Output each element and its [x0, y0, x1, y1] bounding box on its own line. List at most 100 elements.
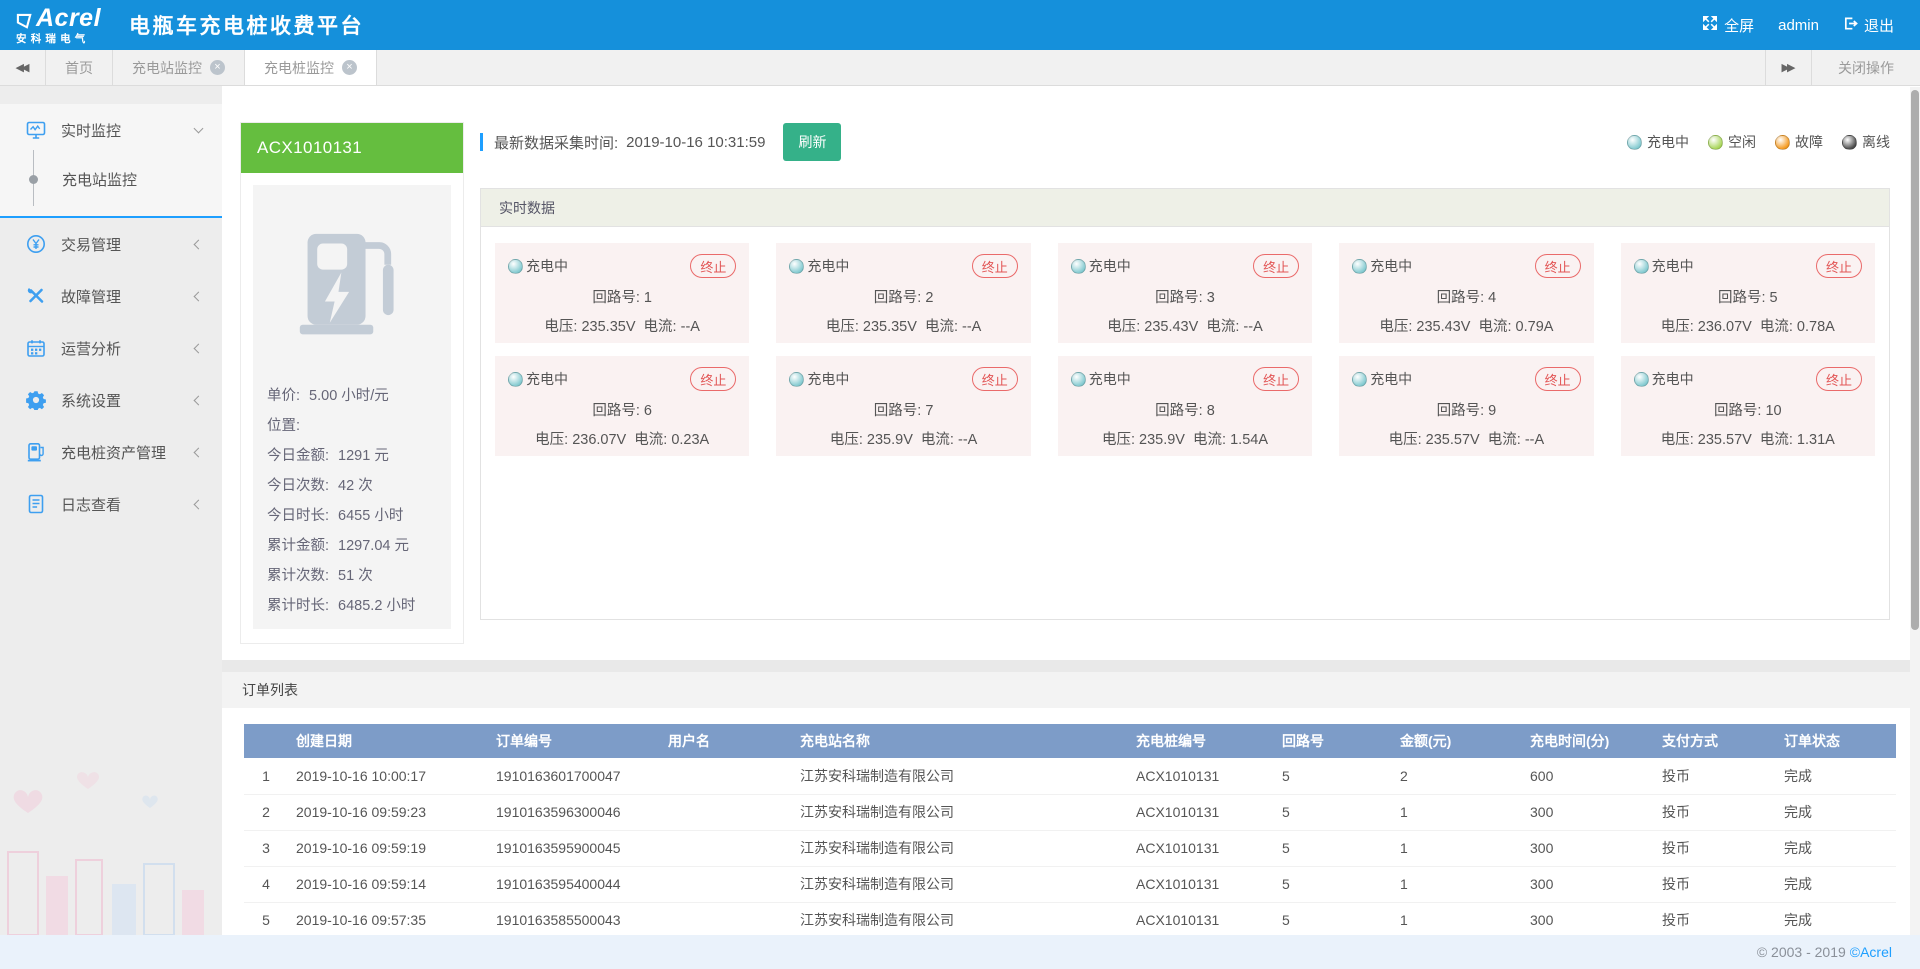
pile-info-panel: ACX1010131	[240, 122, 464, 644]
monitor-panel: 最新数据采集时间: 2019-10-16 10:31:59 刷新 充电中空闲故障…	[480, 122, 1890, 660]
tab-home[interactable]: 首页	[46, 50, 113, 85]
tab-close-icon[interactable]: ×	[342, 60, 357, 75]
table-cell: 5	[1274, 830, 1392, 866]
charging-circuit-card: 充电中 终止 回路号: 1 电压: 235.35V 电流: --A	[495, 243, 749, 343]
table-cell: 5	[1274, 902, 1392, 935]
table-cell: 2019-10-16 09:59:19	[288, 830, 488, 866]
status-charging-icon	[1634, 259, 1649, 274]
fault-icon	[26, 286, 46, 306]
card-status-label: 充电中	[526, 369, 568, 389]
logo-subtext: 安科瑞电气	[16, 34, 101, 45]
voltage-current: 电压: 235.35V 电流: --A	[789, 315, 1017, 336]
tab-station-monitor[interactable]: 充电站监控 ×	[113, 50, 245, 85]
tab-pile-monitor[interactable]: 充电桩监控×	[245, 50, 377, 85]
card-status-label: 充电中	[807, 256, 849, 276]
transaction-icon	[26, 234, 46, 254]
table-cell	[660, 866, 792, 902]
sidebar-group: 系统设置	[0, 374, 222, 426]
terminate-button[interactable]: 终止	[1253, 367, 1299, 391]
terminate-button[interactable]: 终止	[1816, 367, 1862, 391]
card-status-label: 充电中	[807, 369, 849, 389]
orders-header-row: 创建日期订单编号用户名充电站名称充电桩编号回路号金额(元)充电时间(分)支付方式…	[244, 724, 1896, 758]
sidebar-group: 故障管理	[0, 270, 222, 322]
table-cell: 1	[1392, 866, 1522, 902]
stat-value: 1297.04 元	[338, 534, 409, 555]
sidebar-item-system-settings[interactable]: 系统设置	[0, 374, 222, 426]
acrel-footer-link[interactable]: ©Acrel	[1850, 944, 1892, 960]
sidebar-group: 实时监控 充电站监控	[0, 104, 222, 218]
sidebar-item-operation-analysis[interactable]: 运营分析	[0, 322, 222, 374]
table-cell: 完成	[1776, 902, 1896, 935]
fullscreen-icon	[1702, 15, 1718, 35]
scrollbar-thumb[interactable]	[1911, 90, 1919, 630]
row-index: 1	[244, 758, 288, 794]
chevron-left-icon	[194, 291, 204, 301]
sidebar: 实时监控 充电站监控 交易管理 故障管理 运营分析 系统设置 充电桩资产管理 日…	[0, 86, 222, 935]
legend-label: 故障	[1795, 132, 1823, 152]
table-row[interactable]: 12019-10-16 10:00:171910163601700047江苏安科…	[244, 758, 1896, 794]
table-cell: ACX1010131	[1128, 758, 1274, 794]
table-cell: 完成	[1776, 758, 1896, 794]
close-operations-button[interactable]: 关闭操作	[1811, 50, 1920, 85]
stat-value: 51 次	[338, 564, 373, 585]
circuit-number: 回路号: 1	[508, 286, 736, 307]
tab-close-icon[interactable]: ×	[210, 60, 225, 75]
sidebar-item-realtime-monitor[interactable]: 实时监控	[0, 104, 222, 156]
circuit-number: 回路号: 4	[1352, 286, 1580, 307]
terminate-button[interactable]: 终止	[1253, 254, 1299, 278]
table-cell	[660, 758, 792, 794]
acrel-logo: Acrel 安科瑞电气	[16, 6, 101, 45]
card-status-label: 充电中	[1370, 256, 1412, 276]
table-cell: 江苏安科瑞制造有限公司	[792, 866, 1128, 902]
terminate-button[interactable]: 终止	[1816, 254, 1862, 278]
terminate-button[interactable]: 终止	[1535, 367, 1581, 391]
username[interactable]: admin	[1778, 17, 1819, 34]
terminate-button[interactable]: 终止	[690, 367, 736, 391]
fullscreen-button[interactable]: 全屏	[1702, 15, 1754, 36]
analysis-icon	[26, 338, 46, 358]
orders-col-header: 用户名	[660, 724, 792, 758]
sidebar-subitem-station-monitor[interactable]: 充电站监控	[0, 158, 222, 200]
table-row[interactable]: 22019-10-16 09:59:231910163596300046江苏安科…	[244, 794, 1896, 830]
legend-dot-icon	[1842, 135, 1857, 150]
legend-label: 离线	[1862, 132, 1890, 152]
vertical-scrollbar[interactable]	[1910, 87, 1920, 935]
orders-col-header: 充电时间(分)	[1522, 724, 1654, 758]
sidebar-item-log-view[interactable]: 日志查看	[0, 478, 222, 530]
voltage-current: 电压: 235.35V 电流: --A	[508, 315, 736, 336]
stat-value: 1291 元	[338, 444, 389, 465]
terminate-button[interactable]: 终止	[1535, 254, 1581, 278]
terminate-button[interactable]: 终止	[972, 367, 1018, 391]
table-row[interactable]: 32019-10-16 09:59:191910163595900045江苏安科…	[244, 830, 1896, 866]
orders-col-header: 充电桩编号	[1128, 724, 1274, 758]
stat-label: 累计金额:	[267, 534, 329, 555]
tabs-scroll-left-button[interactable]: ◀◀	[0, 50, 46, 85]
sidebar-item-pile-asset-mgmt[interactable]: 充电桩资产管理	[0, 426, 222, 478]
terminate-button[interactable]: 终止	[972, 254, 1018, 278]
refresh-button[interactable]: 刷新	[783, 123, 841, 161]
pile-stat-row: 累计次数:51 次	[267, 559, 437, 589]
realtime-cards: 充电中 终止 回路号: 1 电压: 235.35V 电流: --A 充电中 终止…	[481, 227, 1889, 472]
charging-circuit-card: 充电中 终止 回路号: 4 电压: 235.43V 电流: 0.79A	[1339, 243, 1593, 343]
table-cell: 完成	[1776, 794, 1896, 830]
stat-value: 6485.2 小时	[338, 594, 415, 615]
sidebar-item-transaction-mgmt[interactable]: 交易管理	[0, 218, 222, 270]
table-cell: ACX1010131	[1128, 866, 1274, 902]
table-cell: 投币	[1654, 866, 1776, 902]
tabs-scroll-right-button[interactable]: ▶▶	[1765, 50, 1811, 85]
table-cell: 5	[1274, 794, 1392, 830]
stat-value: 6455 小时	[338, 504, 403, 525]
pile-stats: 单价:5.00 小时/元位置:今日金额:1291 元今日次数:42 次今日时长:…	[267, 379, 437, 619]
table-row[interactable]: 52019-10-16 09:57:351910163585500043江苏安科…	[244, 902, 1896, 935]
sidebar-group: 日志查看	[0, 478, 222, 530]
tab-label: 充电站监控	[132, 58, 202, 78]
charging-circuit-card: 充电中 终止 回路号: 7 电压: 235.9V 电流: --A	[776, 356, 1030, 456]
table-cell: 2019-10-16 10:00:17	[288, 758, 488, 794]
status-charging-icon	[508, 259, 523, 274]
terminate-button[interactable]: 终止	[690, 254, 736, 278]
table-cell	[660, 902, 792, 935]
sidebar-item-fault-mgmt[interactable]: 故障管理	[0, 270, 222, 322]
table-row[interactable]: 42019-10-16 09:59:141910163595400044江苏安科…	[244, 866, 1896, 902]
logout-button[interactable]: 退出	[1843, 15, 1894, 36]
sidebar-group: 充电桩资产管理	[0, 426, 222, 478]
